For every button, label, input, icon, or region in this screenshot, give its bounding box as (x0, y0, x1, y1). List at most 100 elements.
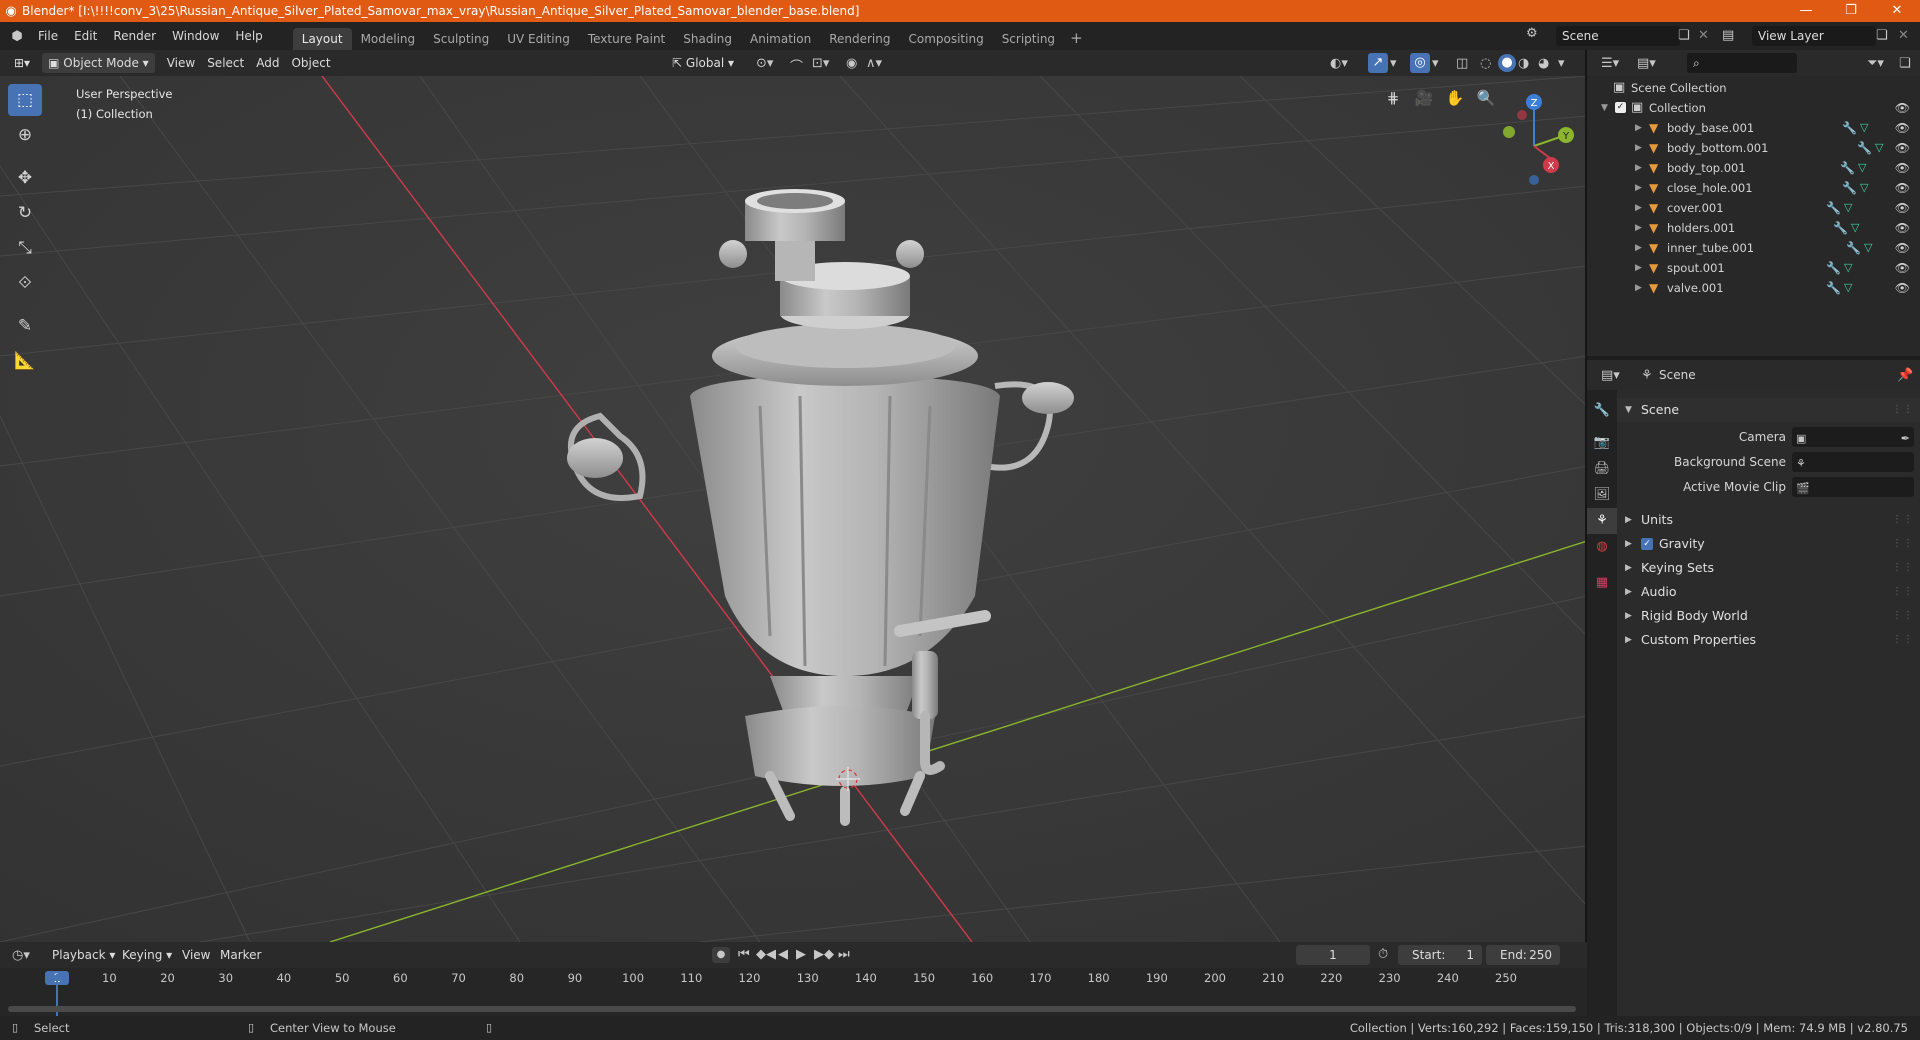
menu-marker[interactable]: Marker (214, 945, 267, 965)
menu-playback[interactable]: Playback ▾ (46, 945, 121, 965)
audio-panel-header[interactable]: ▶ Audio ⋮⋮ (1617, 580, 1920, 604)
falloff-icon[interactable]: ∧▾ (866, 56, 882, 71)
end-frame-field[interactable]: End: 250 (1486, 945, 1560, 965)
eye-icon[interactable]: 👁 (1895, 158, 1910, 178)
xray-icon[interactable]: ◫ (1456, 56, 1468, 71)
active-movie-clip-field[interactable]: 🎬 (1792, 477, 1914, 497)
next-keyframe-icon[interactable]: ▶◆ (814, 947, 834, 962)
modifier-wrench-icon[interactable]: 🔧 (1840, 158, 1855, 178)
eye-icon[interactable]: 👁 (1895, 218, 1910, 238)
outliner-row-object[interactable]: ▶ ▼ inner_tube.001 🔧 ▽ 👁 (1587, 238, 1920, 258)
tab-animation[interactable]: Animation (741, 28, 820, 50)
eye-icon[interactable]: 👁 (1895, 118, 1910, 138)
tab-scene[interactable]: ⚘ (1587, 508, 1617, 534)
record-icon[interactable]: ● (712, 947, 730, 963)
filter-icon[interactable]: ⏷▾ (1867, 56, 1884, 71)
pin-icon[interactable]: 📌 (1897, 368, 1913, 383)
drag-handle-icon[interactable]: ⋮⋮ (1892, 628, 1914, 652)
tab-view-layer[interactable]: 🖼 (1587, 482, 1617, 508)
tab-texture[interactable]: ▦ (1587, 570, 1617, 596)
mesh-data-icon[interactable]: ▽ (1844, 198, 1852, 218)
scene-panel-header[interactable]: ▼ Scene ⋮⋮ (1617, 398, 1920, 422)
gizmo-toggle-icon[interactable]: ↗ (1368, 53, 1388, 73)
drag-handle-icon[interactable]: ⋮⋮ (1892, 580, 1914, 604)
eyedropper-icon[interactable]: ✒ (1901, 428, 1910, 450)
play-icon[interactable]: ▶ (796, 947, 806, 962)
viewport-canvas[interactable]: Z Y X (0, 76, 1587, 942)
properties-editor-type-icon[interactable]: ▤▾ (1601, 368, 1620, 383)
menu-object[interactable]: Object (285, 53, 336, 73)
toggle-view-grid-icon[interactable]: ⋕ (1380, 85, 1406, 111)
units-panel-header[interactable]: ▶ Units ⋮⋮ (1617, 508, 1920, 532)
maximize-button[interactable]: ❐ (1828, 0, 1874, 22)
mesh-data-icon[interactable]: ▽ (1860, 178, 1868, 198)
expand-arrow-icon[interactable]: ▶ (1635, 118, 1642, 138)
view-layer-field[interactable]: View Layer (1752, 26, 1876, 46)
drag-handle-icon[interactable]: ⋮⋮ (1892, 398, 1914, 422)
visibility-filter-icon[interactable]: ◐▾ (1330, 56, 1348, 71)
camera-view-icon[interactable]: 🎥 (1411, 85, 1437, 111)
gizmo-neg-y-axis[interactable] (1503, 126, 1515, 138)
transform-tool[interactable]: ⟐ (8, 267, 42, 299)
modifier-wrench-icon[interactable]: 🔧 (1826, 278, 1841, 298)
shading-options-icon[interactable]: ▾ (1558, 56, 1565, 71)
expand-arrow-icon[interactable]: ▶ (1635, 138, 1642, 158)
orientation-selector[interactable]: ⇱ Global ▾ (666, 53, 740, 73)
zoom-view-icon[interactable]: 🔍 (1473, 85, 1499, 111)
menu-keying[interactable]: Keying ▾ (116, 945, 178, 965)
scene-field[interactable]: Scene (1556, 26, 1680, 46)
menu-view[interactable]: View (161, 53, 201, 73)
delete-view-layer-icon[interactable]: ✕ (1898, 28, 1909, 43)
mesh-data-icon[interactable]: ▽ (1844, 258, 1852, 278)
eye-icon[interactable]: 👁 (1895, 98, 1910, 118)
snap-icon[interactable]: ⌒ (790, 56, 803, 75)
start-frame-field[interactable]: Start: 1 (1398, 945, 1482, 965)
outliner-row-object[interactable]: ▶ ▼ close_hole.001 🔧 ▽ 👁 (1587, 178, 1920, 198)
mesh-data-icon[interactable]: ▽ (1844, 278, 1852, 298)
drag-handle-icon[interactable]: ⋮⋮ (1892, 508, 1914, 532)
expand-arrow-icon[interactable]: ▶ (1635, 278, 1642, 298)
tab-scripting[interactable]: Scripting (993, 28, 1064, 50)
tab-sculpting[interactable]: Sculpting (424, 28, 498, 50)
gizmo-neg-x-axis[interactable] (1517, 110, 1527, 120)
expand-arrow-icon[interactable]: ▶ (1635, 158, 1642, 178)
wireframe-shading-icon[interactable]: ◌ (1480, 56, 1491, 71)
play-reverse-icon[interactable]: ◀ (778, 947, 788, 962)
mode-selector[interactable]: ▣ Object Mode ▾ (42, 53, 155, 73)
eye-icon[interactable]: 👁 (1895, 238, 1910, 258)
drag-handle-icon[interactable]: ⋮⋮ (1892, 556, 1914, 580)
jump-start-icon[interactable]: ⏮ (738, 947, 750, 962)
mesh-data-icon[interactable]: ▽ (1864, 238, 1872, 258)
outliner-row-object[interactable]: ▶ ▼ valve.001 🔧 ▽ 👁 (1587, 278, 1920, 298)
outliner-row-object[interactable]: ▶ ▼ cover.001 🔧 ▽ 👁 (1587, 198, 1920, 218)
expand-arrow-icon[interactable]: ▶ (1635, 178, 1642, 198)
3d-viewport[interactable]: Z Y X ⋕ 🎥 ✋ 🔍 (0, 76, 1587, 942)
menu-render[interactable]: Render (105, 22, 164, 50)
menu-edit[interactable]: Edit (66, 22, 105, 50)
modifier-wrench-icon[interactable]: 🔧 (1826, 198, 1841, 218)
frame-ruler[interactable]: 1102030405060708090100110120130140150160… (0, 968, 1587, 988)
editor-type-icon[interactable]: ⊞▾ (8, 53, 36, 73)
eye-icon[interactable]: 👁 (1895, 258, 1910, 278)
rendered-shading-icon[interactable]: ◕ (1538, 56, 1549, 71)
display-mode-icon[interactable]: ▤▾ (1637, 56, 1656, 71)
timeline-editor-type-icon[interactable]: ◷▾ (12, 948, 30, 963)
eye-icon[interactable]: 👁 (1895, 138, 1910, 158)
new-view-layer-icon[interactable]: ❏ (1876, 28, 1888, 43)
delete-scene-icon[interactable]: ✕ (1698, 28, 1709, 43)
view-layer-icon[interactable]: ▤ (1722, 28, 1734, 43)
collection-checkbox[interactable]: ✓ (1615, 102, 1626, 113)
tab-texture-paint[interactable]: Texture Paint (579, 28, 674, 50)
gravity-panel-header[interactable]: ▶ ✓ Gravity ⋮⋮ (1617, 532, 1920, 556)
measure-tool[interactable]: 📐 (8, 345, 42, 377)
tab-uv-editing[interactable]: UV Editing (498, 28, 579, 50)
gizmo-options-icon[interactable]: ▾ (1390, 56, 1397, 71)
select-box-tool[interactable]: ⬚ (8, 84, 42, 116)
new-collection-icon[interactable]: ❏ (1899, 56, 1911, 71)
cursor-tool[interactable]: ⊕ (8, 119, 42, 151)
tab-render[interactable]: 📷 (1587, 430, 1617, 456)
overlays-options-icon[interactable]: ▾ (1432, 56, 1439, 71)
drag-handle-icon[interactable]: ⋮⋮ (1892, 532, 1914, 556)
annotate-tool[interactable]: ✎ (8, 310, 42, 342)
proportional-edit-icon[interactable]: ◉ (846, 56, 857, 71)
